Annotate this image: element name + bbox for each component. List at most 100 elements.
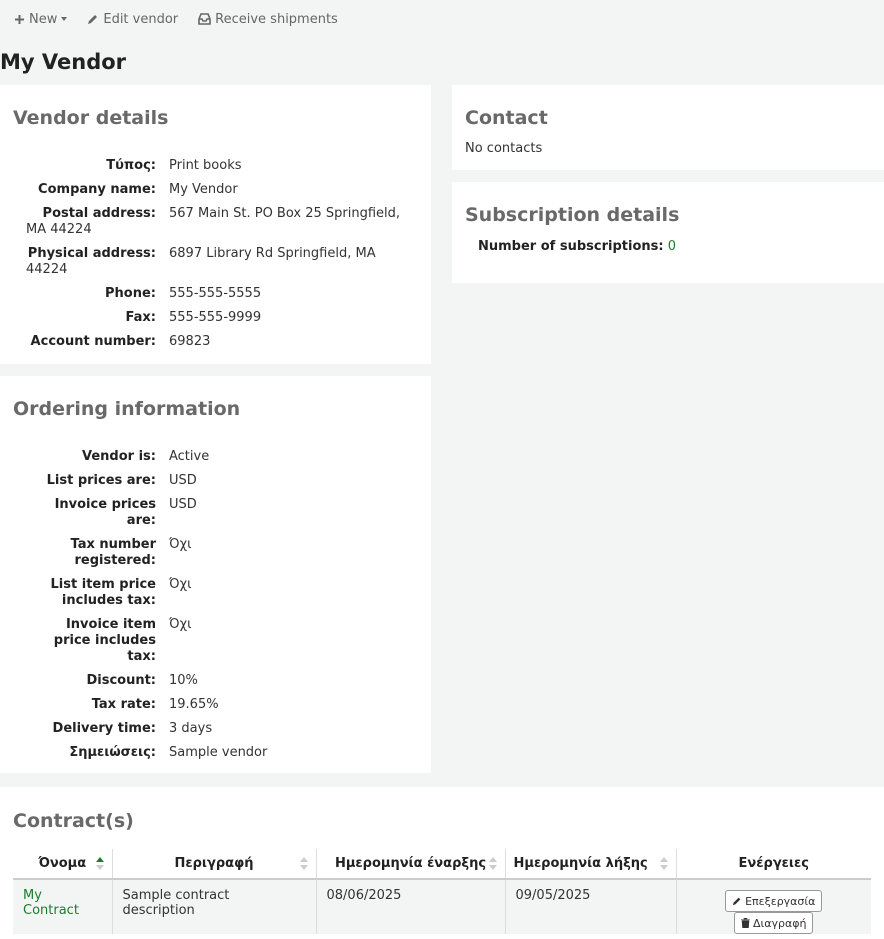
edit-vendor-button[interactable]: Edit vendor [87,12,178,27]
detail-label: Physical address: [27,246,156,261]
order-row: Tax number registered: Όχι [0,537,431,569]
edit-contract-button[interactable]: Επεξεργασία [725,890,823,912]
column-header-name[interactable]: Όνομα [13,849,113,880]
sort-ascending-icon [95,857,104,871]
order-label: Tax number registered: [70,537,156,568]
pencil-icon [732,897,741,906]
order-value: Όχι [169,537,192,552]
detail-row: Physical address: 6897 Library Rd Springf… [0,246,400,278]
order-row: Discount: 10% [0,673,431,689]
order-value: USD [169,497,197,512]
column-header-start-date[interactable]: Ημερομηνία έναρξης [316,849,506,880]
order-row: List prices are: USD [0,473,431,489]
new-button[interactable]: New [14,11,68,27]
no-contacts-text: No contacts [465,141,543,156]
order-label: Invoice item price includes tax: [53,617,156,664]
detail-value: 69823 [169,334,211,349]
order-label: Delivery time: [52,721,156,736]
detail-row: Account number: 69823 [0,334,431,350]
table-row: My Contract Sample contract description … [13,879,871,934]
detail-row: Fax: 555-555-9999 [0,310,431,326]
contract-description: Sample contract description [112,879,317,934]
detail-value: 555-555-5555 [169,286,262,301]
page-title: My Vendor [0,50,127,74]
detail-row: Τύπος: Print books [0,158,431,174]
ordering-list: Vendor is: Active List prices are: USD I… [0,449,431,761]
detail-label: Τύπος: [106,158,156,173]
edit-contract-label: Επεξεργασία [745,894,816,908]
contracts-heading: Contract(s) [13,810,134,832]
order-row: Tax rate: 19.65% [0,697,431,713]
column-header-description[interactable]: Περιγραφή [112,849,317,880]
detail-row: Company name: My Vendor [0,182,431,198]
subscription-count-row: Number of subscriptions: 0 [478,239,676,254]
ordering-heading: Ordering information [13,398,241,420]
order-value: Active [169,449,210,464]
order-label: Tax rate: [91,697,156,712]
detail-value: My Vendor [169,182,238,197]
detail-value: 555-555-9999 [169,310,262,325]
order-value: 10% [169,673,198,688]
detail-label: Postal address: [42,206,156,221]
receive-shipments-label: Receive shipments [215,11,338,27]
order-row: Invoice item price includes tax: Όχι [0,617,431,665]
order-row: List item price includes tax: Όχι [0,577,431,609]
inbox-icon [198,13,211,25]
order-value: 3 days [169,721,213,736]
order-row: Vendor is: Active [0,449,431,465]
detail-label: Company name: [38,182,156,197]
subscription-count-link[interactable]: 0 [668,239,676,254]
sort-icon [488,857,497,871]
contact-panel: Contact No contacts [452,85,884,170]
order-label: List item price includes tax: [50,577,156,608]
order-label: Σημειώσεις: [69,745,156,760]
column-header-label: Ημερομηνία έναρξης [334,856,487,871]
column-header-end-date[interactable]: Ημερομηνία λήξης [505,849,677,880]
delete-contract-button[interactable]: Διαγραφή [734,912,814,934]
column-header-label: Περιγραφή [174,856,254,871]
order-row: Invoice prices are: USD [0,497,431,529]
sort-icon [299,857,308,871]
detail-label: Fax: [125,310,156,325]
order-value: Όχι [169,617,192,632]
contract-end-date: 09/05/2025 [505,879,677,934]
column-header-label: Ημερομηνία λήξης [513,856,648,871]
column-header-label: Ενέργειες [738,856,809,871]
contract-actions: Επεξεργασία Διαγραφή [676,879,871,934]
vendor-details-panel: Vendor details Τύπος: Print books Compan… [0,85,431,364]
receive-shipments-button[interactable]: Receive shipments [198,12,338,27]
order-row: Σημειώσεις: Sample vendor [0,745,431,761]
order-value: Sample vendor [169,745,268,760]
ordering-panel: Ordering information Vendor is: Active L… [0,376,431,773]
new-button-label: New [29,11,58,27]
subscription-panel: Subscription details Number of subscript… [452,182,884,283]
toolbar: New Edit vendor Receive shipments [0,0,884,38]
contracts-panel: Contract(s) Όνομα Περιγραφή Ημερομηνία έ… [0,787,884,939]
vendor-details-heading: Vendor details [13,107,169,129]
order-label: List prices are: [46,473,156,488]
detail-label: Account number: [30,334,156,349]
order-label: Invoice prices are: [54,497,156,528]
caret-down-icon [61,17,68,21]
order-value: Όχι [169,577,192,592]
trash-icon [741,918,750,928]
contract-name-link[interactable]: My Contract [23,888,79,918]
pencil-icon [88,15,98,24]
detail-label: Phone: [105,286,156,301]
contract-start-date: 08/06/2025 [316,879,506,934]
plus-icon [15,14,24,24]
detail-value: Print books [169,158,242,173]
table-header-row: Όνομα Περιγραφή Ημερομηνία έναρξης Ημερο… [13,849,871,880]
vendor-details-list: Τύπος: Print books Company name: My Vend… [0,158,431,350]
edit-vendor-label: Edit vendor [103,11,179,27]
order-label: Vendor is: [82,449,156,464]
subscription-heading: Subscription details [465,204,680,226]
contact-heading: Contact [465,107,548,129]
column-header-label: Όνομα [38,856,87,871]
order-label: Discount: [86,673,156,688]
sort-icon [659,857,668,871]
column-header-actions: Ενέργειες [676,849,871,880]
order-row: Delivery time: 3 days [0,721,431,737]
detail-row: Postal address: 567 Main St. PO Box 25 Sp… [0,206,420,238]
subscription-count-label: Number of subscriptions: [478,239,664,254]
